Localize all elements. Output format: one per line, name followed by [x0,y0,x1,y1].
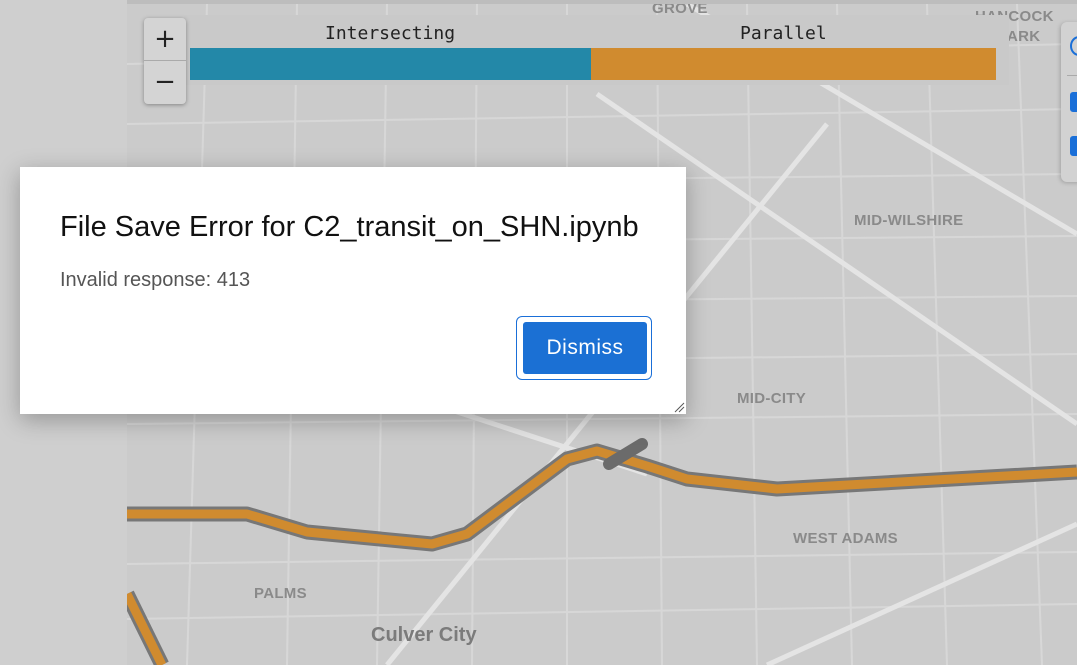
label-mid-wilshire: MID-WILSHIRE [854,212,964,229]
dismiss-button[interactable]: Dismiss [523,322,647,374]
route-parallel[interactable] [127,446,1077,549]
label-west-adams: WEST ADAMS [793,530,898,547]
label-mid-city: MID-CITY [737,390,807,407]
dialog-title: File Save Error for C2_transit_on_SHN.ip… [60,211,639,243]
resize-handle-icon[interactable] [673,401,685,413]
legend-swatch-parallel [591,48,996,80]
zoom-out-button[interactable]: − [144,60,186,103]
label-hancock-park-2: ARK [1007,28,1041,45]
label-culver-city: Culver City [371,624,477,646]
layer-control-divider [1067,75,1077,76]
dialog-message: Invalid response: 413 [60,269,251,291]
layers-icon[interactable] [1070,36,1077,56]
layer-checkbox-2[interactable] [1070,136,1077,156]
label-palms: PALMS [254,585,307,602]
route-parallel-secondary[interactable] [127,592,167,665]
legend-label-intersecting: Intersecting [325,23,456,44]
layer-control-panel[interactable] [1061,22,1077,182]
layer-checkbox-1[interactable] [1070,92,1077,112]
zoom-control: + − [144,18,186,104]
legend-swatch-intersecting [190,48,591,80]
file-save-error-dialog: File Save Error for C2_transit_on_SHN.ip… [20,167,686,414]
zoom-in-button[interactable]: + [144,18,186,60]
route-legend: Intersecting Parallel [184,15,1009,85]
legend-label-parallel: Parallel [740,23,827,44]
